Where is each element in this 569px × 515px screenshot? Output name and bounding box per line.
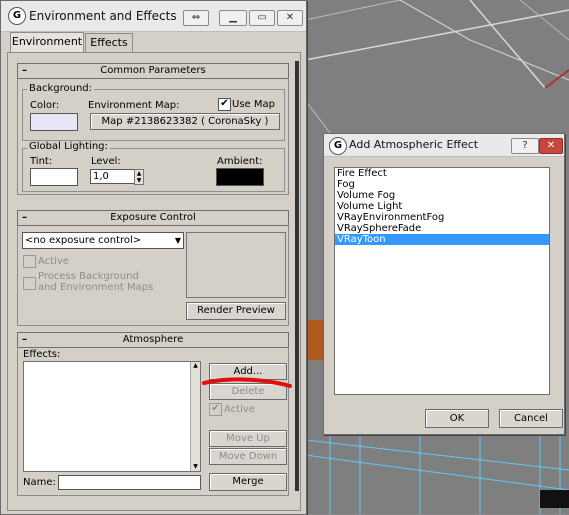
dialog-title-bar[interactable]: G Add Atmospheric Effect ? ✕ — [324, 134, 564, 157]
cancel-button[interactable]: Cancel — [499, 409, 563, 428]
rollout-title: Common Parameters — [100, 65, 206, 76]
level-input[interactable]: 1,0 — [90, 169, 135, 184]
rollout-atmosphere[interactable]: – Atmosphere — [17, 332, 289, 348]
exposure-dropdown-value: <no exposure control> — [25, 235, 142, 246]
atmosphere-active-label: Active — [224, 404, 255, 415]
exposure-control-dropdown[interactable]: <no exposure control> ▼ — [22, 232, 184, 249]
title-bar[interactable]: G Environment and Effects ⇔ ▁ ▭ ✕ — [1, 1, 306, 32]
window-title: Environment and Effects — [29, 9, 177, 23]
list-item[interactable]: VRayEnvironmentFog — [335, 212, 549, 223]
use-map-checkbox[interactable]: ✔ — [218, 98, 231, 111]
atmosphere-active-checkbox[interactable]: ✔ — [209, 403, 222, 416]
collapse-icon: – — [22, 212, 27, 223]
exposure-active-label: Active — [38, 256, 69, 267]
list-item[interactable]: Fire Effect — [335, 168, 549, 179]
collapse-icon: – — [22, 65, 27, 76]
move-up-button[interactable]: Move Up — [209, 430, 287, 447]
panel-scrollbar[interactable] — [295, 61, 299, 491]
use-map-label: Use Map — [232, 99, 275, 110]
add-effect-button[interactable]: Add... — [209, 363, 287, 380]
list-item[interactable]: Fog — [335, 179, 549, 190]
rollout-exposure-control[interactable]: – Exposure Control — [17, 210, 289, 226]
rollout-common-parameters[interactable]: – Common Parameters — [17, 63, 289, 79]
environment-map-label: Environment Map: — [88, 100, 180, 111]
move-down-button[interactable]: Move Down — [209, 448, 287, 465]
3dsmax-icon: G — [8, 7, 26, 25]
dialog-title: Add Atmospheric Effect — [349, 138, 479, 151]
effects-label: Effects: — [23, 349, 61, 360]
tint-label: Tint: — [30, 156, 53, 167]
close-button[interactable]: ✕ — [539, 138, 563, 154]
ambient-label: Ambient: — [217, 156, 263, 167]
scroll-down-icon[interactable]: ▼ — [191, 463, 200, 471]
environment-maps-label: and Environment Maps — [38, 282, 154, 293]
level-spinner[interactable]: ▲ ▼ — [134, 169, 144, 185]
list-item[interactable]: Volume Fog — [335, 190, 549, 201]
delete-effect-button[interactable]: Delete — [209, 383, 287, 400]
ambient-color-swatch[interactable] — [216, 168, 264, 186]
ok-button[interactable]: OK — [425, 409, 489, 428]
chevron-down-icon: ▼ — [174, 236, 181, 245]
minimize-button[interactable]: ▁ — [219, 10, 247, 26]
environment-effects-window: G Environment and Effects ⇔ ▁ ▭ ✕ Enviro… — [0, 0, 307, 515]
name-input[interactable] — [58, 475, 201, 490]
rollout-title: Exposure Control — [110, 212, 196, 223]
maximize-button[interactable]: ▭ — [249, 10, 275, 26]
exposure-active-checkbox[interactable] — [23, 255, 36, 268]
help-button[interactable]: ? — [511, 138, 539, 154]
effect-list-items: Fire Effect Fog Volume Fog Volume Light VRay… — [335, 168, 549, 245]
atmospheric-effect-list[interactable]: Fire Effect Fog Volume Fog Volume Light VRay… — [334, 167, 550, 395]
scroll-up-icon[interactable]: ▲ — [191, 362, 200, 370]
list-item[interactable]: Volume Light — [335, 201, 549, 212]
collapse-icon: – — [22, 334, 27, 345]
merge-button[interactable]: Merge — [209, 473, 287, 491]
close-button[interactable]: ✕ — [277, 10, 303, 26]
background-group-label: Background: — [27, 83, 95, 94]
global-lighting-label: Global Lighting: — [27, 141, 110, 152]
background-color-swatch[interactable] — [30, 113, 78, 131]
list-item[interactable]: VRaySphereFade — [335, 223, 549, 234]
environment-map-button[interactable]: Map #2138623382 ( CoronaSky ) — [90, 113, 280, 130]
3dsmax-icon: G — [329, 137, 347, 155]
color-label: Color: — [30, 100, 60, 111]
tab-effects[interactable]: Effects — [85, 33, 133, 52]
effects-list[interactable]: ▲ ▼ — [23, 361, 201, 472]
rollout-title: Atmosphere — [122, 334, 184, 345]
exposure-preview-area — [186, 232, 286, 298]
process-background-checkbox[interactable] — [23, 277, 36, 290]
swap-arrows-button[interactable]: ⇔ — [183, 10, 209, 26]
process-background-label: Process Background — [38, 271, 139, 282]
level-label: Level: — [91, 156, 121, 167]
effects-list-scrollbar[interactable]: ▲ ▼ — [190, 362, 200, 471]
tint-color-swatch[interactable] — [30, 168, 78, 186]
list-item[interactable]: VRayToon — [335, 234, 549, 245]
name-label: Name: — [23, 477, 56, 488]
tab-environment[interactable]: Environment — [10, 32, 84, 53]
add-atmospheric-effect-dialog: G Add Atmospheric Effect ? ✕ Fire Effect… — [323, 133, 565, 435]
render-preview-button[interactable]: Render Preview — [186, 302, 286, 320]
